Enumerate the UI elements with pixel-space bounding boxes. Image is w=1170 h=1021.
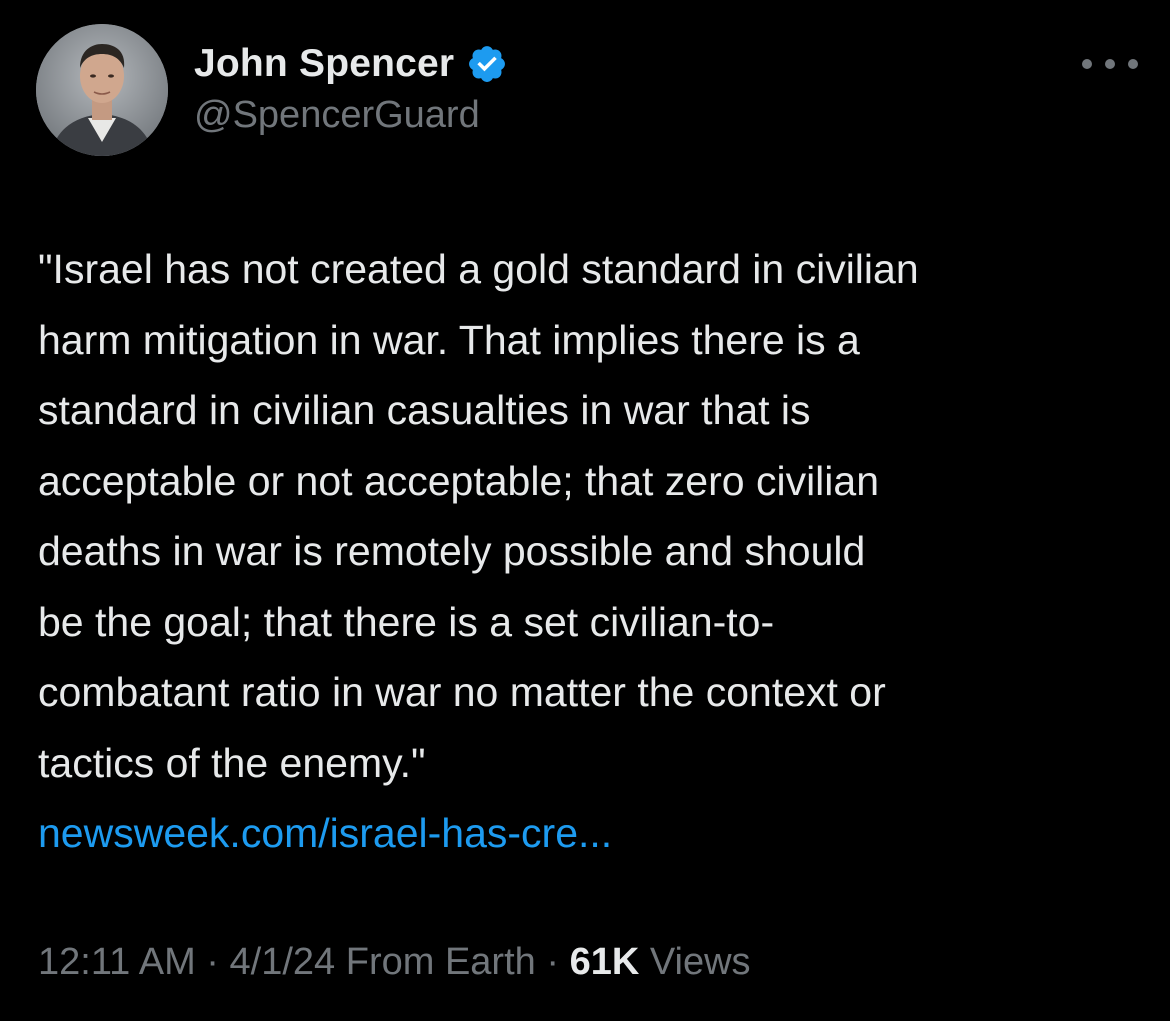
- verified-badge-icon: [466, 43, 508, 85]
- tweet-text-line: combatant ratio in war no matter the con…: [38, 669, 886, 715]
- tweet-text-line: harm mitigation in war. That implies the…: [38, 316, 860, 363]
- tweet-text-line: acceptable or not acceptable; that zero …: [38, 457, 880, 504]
- more-dot: [1082, 59, 1092, 69]
- tweet-text: "Israel has not created a gold standard …: [38, 234, 1138, 798]
- tweet-text-line: deaths in war is remotely possible and s…: [38, 528, 866, 574]
- more-options-icon[interactable]: [1082, 50, 1138, 78]
- tweet-text-line: be the goal; that there is a set civilia…: [38, 598, 775, 645]
- tweet-source: From Earth: [345, 941, 536, 983]
- tweet-time[interactable]: 12:11 AM: [38, 941, 196, 983]
- author-handle[interactable]: @SpencerGuard: [194, 94, 480, 137]
- tweet-text-line: standard in civilian casualties in war t…: [38, 387, 811, 433]
- tweet-metadata: 12:11 AM · 4/1/24 From Earth · 61K Views: [38, 935, 751, 989]
- tweet-date[interactable]: 4/1/24: [230, 941, 336, 983]
- separator-dot: ·: [546, 941, 559, 983]
- article-link[interactable]: newsweek.com/israel-has-cre...: [38, 798, 612, 868]
- separator-dot: ·: [206, 941, 219, 983]
- views-count[interactable]: 61K: [570, 941, 640, 983]
- author-name-row: John Spencer: [194, 38, 508, 90]
- tweet-text-line: tactics of the enemy.": [38, 739, 426, 786]
- tweet: John Spencer @SpencerGuard "Israel has n…: [0, 0, 1170, 1021]
- more-dot: [1128, 59, 1138, 69]
- author-display-name[interactable]: John Spencer: [194, 42, 454, 86]
- avatar[interactable]: [36, 24, 168, 156]
- views-label: Views: [649, 941, 751, 983]
- tweet-text-line: "Israel has not created a gold standard …: [38, 246, 919, 292]
- more-dot: [1105, 59, 1115, 69]
